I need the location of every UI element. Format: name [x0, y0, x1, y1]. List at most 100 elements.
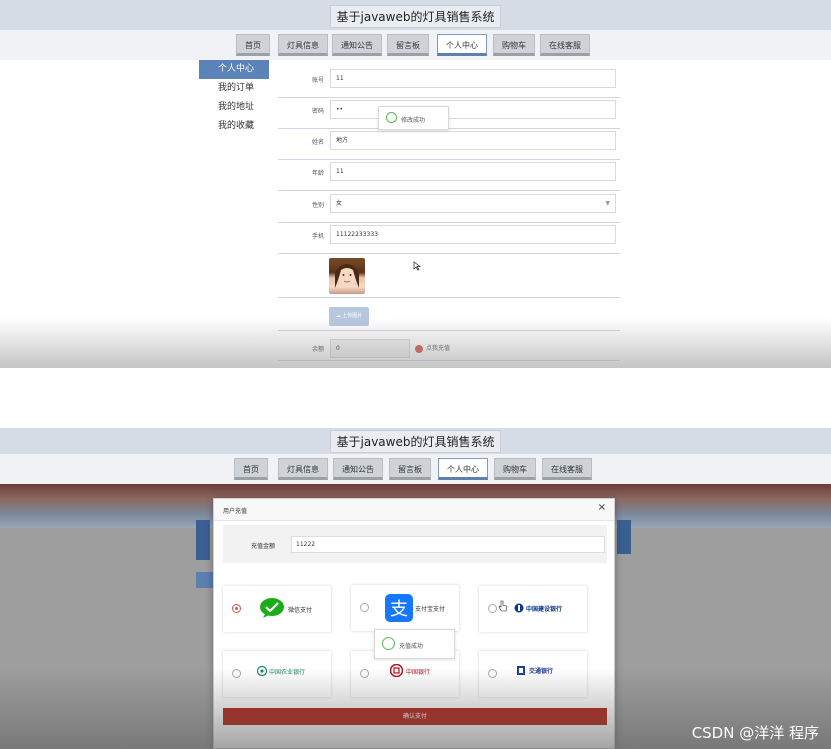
bocom-radio[interactable]: [488, 669, 497, 678]
site-header: 基于javaweb的灯具销售系统: [0, 428, 831, 454]
recharge-icon: [415, 344, 423, 353]
nav-cart[interactable]: 购物车: [493, 34, 535, 56]
password-field[interactable]: ••: [330, 100, 616, 119]
nav-online-service[interactable]: 在线客服: [542, 458, 592, 480]
mouse-cursor-icon: [413, 261, 421, 271]
abc-logo: [257, 666, 267, 676]
amount-panel: 充值金额 11222: [223, 525, 607, 563]
boc-logo: [390, 664, 403, 677]
smile-icon: [382, 637, 395, 650]
password-row: 密码 ••: [278, 98, 620, 129]
balance-field: 0: [330, 339, 410, 358]
bocom-label: 交通银行: [529, 668, 554, 675]
alipay-radio[interactable]: [360, 603, 369, 612]
abc-label: 中国农业银行: [269, 669, 306, 676]
nav-notices[interactable]: 通知公告: [333, 458, 383, 480]
gender-select[interactable]: 女 ▼: [330, 194, 616, 213]
background-frame-right: [617, 520, 631, 554]
gender-label: 性别: [311, 202, 324, 209]
toast-modify-text: 修改成功: [401, 117, 426, 124]
age-row: 年龄 11: [278, 160, 620, 191]
side-item-my-favorites[interactable]: 我的收藏: [199, 117, 269, 136]
name-row: 姓名 地方: [278, 129, 620, 160]
account-label: 账号: [311, 77, 324, 84]
screenshot-recharge: 基于javaweb的灯具销售系统 首页 灯具信息 通知公告 留言板 个人中心 购…: [0, 428, 831, 749]
age-label: 年龄: [311, 170, 324, 177]
main-nav: 首页 灯具信息 通知公告 留言板 个人中心 购物车 在线客服: [0, 454, 831, 484]
site-title: 基于javaweb的灯具销售系统: [329, 430, 502, 453]
chevron-down-icon: ▼: [605, 200, 610, 207]
boc-label: 中国银行: [406, 669, 431, 676]
balance-label: 余额: [311, 346, 324, 353]
avatar-portrait: [335, 264, 359, 288]
screenshot-profile: 基于javaweb的灯具销售系统 首页 灯具信息 通知公告 留言板 个人中心 购…: [0, 0, 831, 368]
recharge-dialog: 用户充值 × 充值金额 11222 微信支付 支 支付宝支付 中国建设银行 中国…: [213, 498, 615, 749]
background-frame-left: [196, 520, 210, 560]
side-menu: 个人中心 我的订单 我的地址 我的收藏: [199, 60, 269, 136]
site-title: 基于javaweb的灯具销售系统: [329, 5, 502, 28]
nav-notices[interactable]: 通知公告: [332, 34, 382, 56]
csdn-watermark: CSDN @洋洋 程序: [691, 724, 819, 742]
nav-home[interactable]: 首页: [236, 34, 270, 56]
pay-option-ccb[interactable]: 中国建设银行: [479, 586, 587, 632]
pay-option-abc[interactable]: 中国农业银行: [223, 651, 331, 697]
dialog-header: 用户充值 ×: [214, 499, 614, 521]
ccb-logo: [514, 603, 524, 613]
abc-radio[interactable]: [232, 669, 241, 678]
phone-field[interactable]: 11122233333: [330, 225, 616, 244]
pay-option-bocom[interactable]: 交通银行: [479, 651, 587, 697]
recharge-link[interactable]: 点我充值: [415, 343, 450, 353]
avatar: [329, 258, 365, 294]
account-field[interactable]: 11: [330, 69, 616, 88]
nav-home[interactable]: 首页: [234, 458, 268, 480]
side-item-my-orders[interactable]: 我的订单: [199, 79, 269, 98]
pay-option-wechat[interactable]: 微信支付: [223, 586, 331, 632]
nav-lamps[interactable]: 灯具信息: [278, 34, 328, 56]
nav-online-service[interactable]: 在线客服: [540, 34, 590, 56]
name-label: 姓名: [311, 139, 324, 146]
wechat-label: 微信支付: [288, 607, 313, 614]
gender-select-value: 女: [336, 200, 343, 207]
password-label: 密码: [311, 108, 324, 115]
nav-cart[interactable]: 购物车: [494, 458, 536, 480]
upload-image-button[interactable]: ☁ 上传图片: [329, 307, 369, 326]
site-header: 基于javaweb的灯具销售系统: [0, 0, 831, 30]
pay-option-alipay[interactable]: 支 支付宝支付: [351, 585, 459, 631]
background-tab: [196, 572, 214, 588]
boc-radio[interactable]: [360, 669, 369, 678]
nav-personal-center[interactable]: 个人中心: [437, 34, 487, 56]
nav-messages[interactable]: 留言板: [387, 34, 429, 56]
svg-text:支: 支: [390, 599, 408, 620]
amount-field[interactable]: 11222: [291, 536, 605, 553]
wechat-pay-icon: [260, 598, 284, 618]
side-item-my-address[interactable]: 我的地址: [199, 98, 269, 117]
age-field[interactable]: 11: [330, 162, 616, 181]
main-nav: 首页 灯具信息 通知公告 留言板 个人中心 购物车 在线客服: [0, 30, 831, 60]
alipay-icon: 支: [385, 594, 413, 622]
toast-modify-success: 修改成功: [378, 106, 449, 130]
recharge-link-label: 点我充值: [426, 345, 451, 352]
nav-messages[interactable]: 留言板: [389, 458, 431, 480]
account-row: 账号 11: [278, 67, 620, 98]
hand-cursor-icon: [498, 600, 508, 612]
toast-recharge-success: 充值成功: [374, 629, 455, 659]
ccb-radio[interactable]: [488, 604, 497, 613]
ccb-label: 中国建设银行: [526, 606, 563, 613]
cloud-upload-icon: ☁: [335, 313, 341, 319]
side-item-personal-center[interactable]: 个人中心: [199, 60, 269, 79]
confirm-payment-button[interactable]: 确认支付: [223, 708, 607, 725]
wechat-radio[interactable]: [232, 604, 241, 613]
name-field[interactable]: 地方: [330, 131, 616, 150]
upload-image-label: 上传图片: [342, 313, 363, 319]
amount-label: 充值金额: [251, 543, 276, 550]
nav-lamps[interactable]: 灯具信息: [278, 458, 328, 480]
close-icon[interactable]: ×: [598, 502, 606, 513]
bocom-logo: [517, 666, 525, 675]
gender-row: 性别 女 ▼: [278, 192, 620, 223]
smile-icon: [386, 112, 397, 123]
toast-recharge-text: 充值成功: [399, 643, 424, 650]
alipay-label: 支付宝支付: [415, 606, 446, 613]
dialog-title: 用户充值: [223, 508, 248, 515]
phone-label: 手机: [311, 233, 324, 240]
nav-personal-center[interactable]: 个人中心: [438, 458, 488, 480]
